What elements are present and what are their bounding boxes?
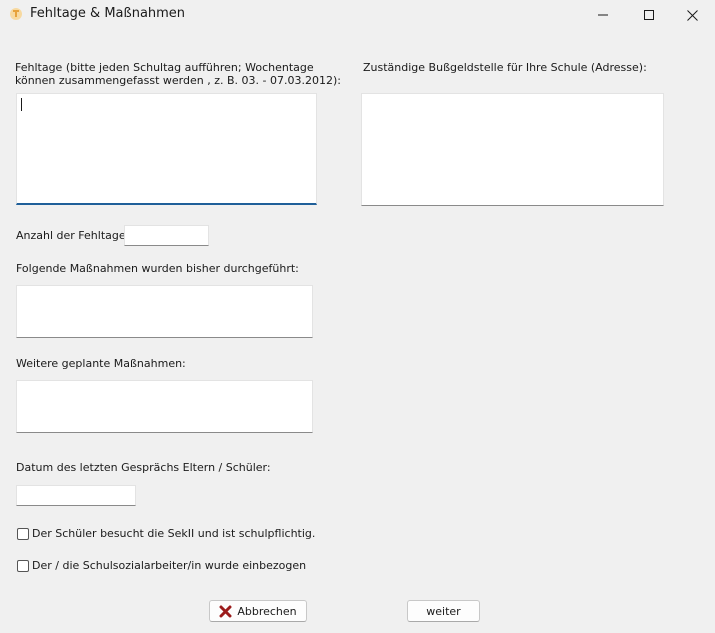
maximize-icon	[644, 10, 654, 20]
sek2-checkbox[interactable]	[17, 528, 29, 540]
fehltage-label-line1: Fehltage (bitte jeden Schultag aufführen…	[15, 61, 314, 74]
minimize-button[interactable]	[580, 0, 626, 30]
bisher-label: Folgende Maßnahmen wurden bisher durchge…	[16, 262, 299, 275]
geplant-textarea[interactable]	[16, 380, 313, 433]
bussgeld-textarea[interactable]	[361, 93, 664, 206]
cancel-button[interactable]: Abbrechen	[209, 600, 307, 622]
anzahl-label: Anzahl der Fehltage:	[16, 229, 130, 242]
close-button[interactable]	[669, 0, 715, 30]
next-button[interactable]: weiter	[407, 600, 480, 622]
red-x-icon	[219, 605, 232, 617]
sozial-label[interactable]: Der / die Schulsozialarbeiter/in wurde e…	[32, 559, 306, 573]
next-button-label: weiter	[426, 604, 461, 618]
cancel-button-label: Abbrechen	[237, 604, 297, 618]
close-icon	[686, 9, 698, 21]
datum-label: Datum des letzten Gesprächs Eltern / Sch…	[16, 461, 271, 474]
fehltage-textarea[interactable]	[16, 93, 317, 205]
sozial-checkbox[interactable]	[17, 560, 29, 572]
window-title: Fehltage & Maßnahmen	[30, 6, 186, 21]
maximize-button[interactable]	[626, 0, 672, 30]
sek2-label[interactable]: Der Schüler besucht die SekII und ist sc…	[32, 527, 315, 541]
minimize-icon	[598, 14, 608, 16]
bisher-textarea[interactable]	[16, 285, 313, 338]
text-caret	[21, 98, 22, 111]
app-icon	[10, 8, 22, 20]
fehltage-label-line2: können zusammengefasst werden , z. B. 03…	[15, 74, 341, 87]
bussgeld-label: Zuständige Bußgeldstelle für Ihre Schule…	[363, 61, 647, 74]
datum-input[interactable]	[16, 485, 136, 506]
anzahl-input[interactable]	[124, 225, 209, 246]
geplant-label: Weitere geplante Maßnahmen:	[16, 357, 186, 370]
title-bar: Fehltage & Maßnahmen	[0, 0, 715, 30]
